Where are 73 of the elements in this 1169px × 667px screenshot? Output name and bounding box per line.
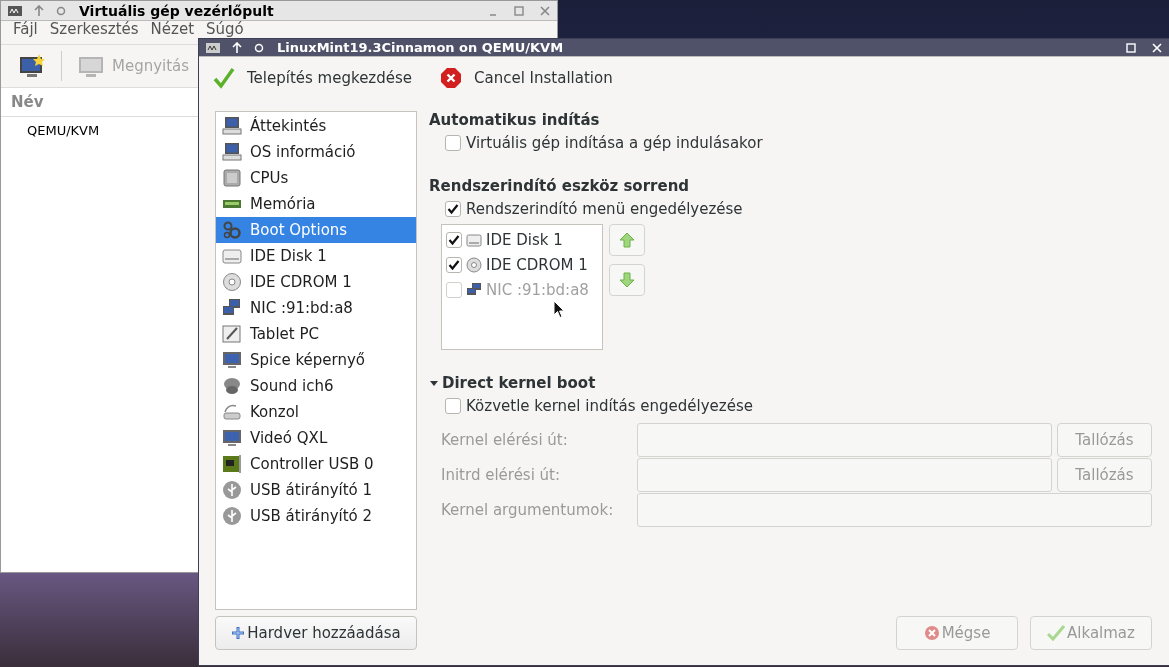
computer-icon: [222, 116, 242, 136]
hardware-list-item[interactable]: Memória: [216, 191, 416, 217]
cancel-icon: [923, 625, 940, 641]
monitor-icon: [222, 350, 242, 370]
hard-drive-icon: [466, 231, 482, 248]
window-menu-icon[interactable]: [7, 4, 23, 17]
hardware-list-item[interactable]: Boot Options: [216, 217, 416, 243]
menu-item[interactable]: Nézet: [150, 21, 194, 38]
menu-item[interactable]: Súgó: [206, 21, 244, 38]
boot-device-label: NIC :91:bd:a8: [486, 280, 589, 299]
hardware-list-item[interactable]: Áttekintés: [216, 113, 416, 139]
field-label: Kernel argumentumok:: [441, 501, 615, 519]
checkbox[interactable]: [446, 256, 462, 273]
computer-icon: [222, 142, 242, 162]
hardware-list-item[interactable]: Sound ich6: [216, 373, 416, 399]
cancel-installation-button[interactable]: Cancel Installation: [440, 67, 613, 89]
monitor-star-icon: [19, 54, 45, 78]
checkmark-icon: [1047, 625, 1066, 641]
hardware-list-item[interactable]: USB átirányító 2: [216, 503, 416, 529]
checkbox[interactable]: [446, 281, 462, 298]
triangle-down-icon: [429, 378, 439, 388]
menu-item[interactable]: Szerkesztés: [49, 21, 139, 38]
menu-item[interactable]: Fájl: [13, 21, 38, 38]
down-arrow-icon: [619, 272, 635, 288]
mouse-pointer-icon: [553, 300, 565, 319]
checkbox[interactable]: [445, 397, 461, 414]
chip-icon: [222, 168, 242, 188]
hardware-list-item[interactable]: NIC :91:bd:a8: [216, 295, 416, 321]
window-title: LinuxMint19.3Cinnamon on QEMU/KVM: [277, 40, 564, 55]
field-label: Initrd elérési út:: [441, 466, 562, 484]
disc-icon: [466, 256, 482, 273]
window-menu-icon[interactable]: [205, 41, 221, 54]
section-heading: Rendszerindító eszköz sorrend: [429, 177, 691, 195]
hardware-list-item[interactable]: IDE CDROM 1: [216, 269, 416, 295]
hardware-list-item[interactable]: CPUs: [216, 165, 416, 191]
boot-device-label: IDE Disk 1: [486, 230, 563, 249]
checkmark-icon: [213, 67, 235, 89]
speaker-icon: [222, 376, 242, 396]
monitor-icon: [78, 54, 104, 78]
hardware-list-item[interactable]: Tablet PC: [216, 321, 416, 347]
monitor-icon: [222, 428, 242, 448]
hardware-list-item[interactable]: Videó QXL: [216, 425, 416, 451]
checkbox[interactable]: [446, 231, 462, 248]
section-heading: Automatikus indítás: [429, 111, 601, 129]
hardware-list-item[interactable]: USB átirányító 1: [216, 477, 416, 503]
checkbox[interactable]: [445, 134, 461, 151]
checkbox-label: Rendszerindító menü engedélyezése: [466, 199, 743, 218]
stop-sign-icon: [440, 67, 463, 89]
circle-icon[interactable]: [253, 41, 265, 54]
begin-installation-button[interactable]: Telepítés megkezdése: [213, 67, 413, 89]
hardware-list-item[interactable]: Konzol: [216, 399, 416, 425]
checkbox[interactable]: [445, 200, 461, 217]
move-down-button[interactable]: [609, 264, 645, 296]
up-arrow-icon: [619, 232, 635, 248]
hardware-list-item[interactable]: OS információ: [216, 139, 416, 165]
boot-device-label: IDE CDROM 1: [486, 255, 588, 274]
hardware-list-item[interactable]: Controller USB 0: [216, 451, 416, 477]
checkbox-label: Közvetle kernel indítás engedélyezése: [466, 396, 753, 415]
add-hardware-button[interactable]: Hardver hozzáadása: [215, 616, 417, 650]
hard-drive-icon: [222, 246, 242, 266]
plus-icon: [231, 626, 246, 640]
network-icon: [222, 298, 242, 318]
checkbox-label: Virtuális gép indítása a gép indulásakor: [466, 133, 763, 152]
move-up-button[interactable]: [609, 224, 645, 256]
network-icon: [466, 281, 482, 298]
circuit-board-icon: [222, 454, 242, 474]
window-title: Virtuális gép vezérlőpult: [79, 2, 274, 19]
field-label: Kernel elérési út:: [441, 431, 569, 449]
hardware-list-item[interactable]: IDE Disk 1: [216, 243, 416, 269]
expander[interactable]: Direct kernel boot: [429, 374, 596, 392]
disc-icon: [222, 272, 242, 292]
hardware-list-item[interactable]: Spice képernyő: [216, 347, 416, 373]
tablet-pen-icon: [222, 324, 242, 344]
